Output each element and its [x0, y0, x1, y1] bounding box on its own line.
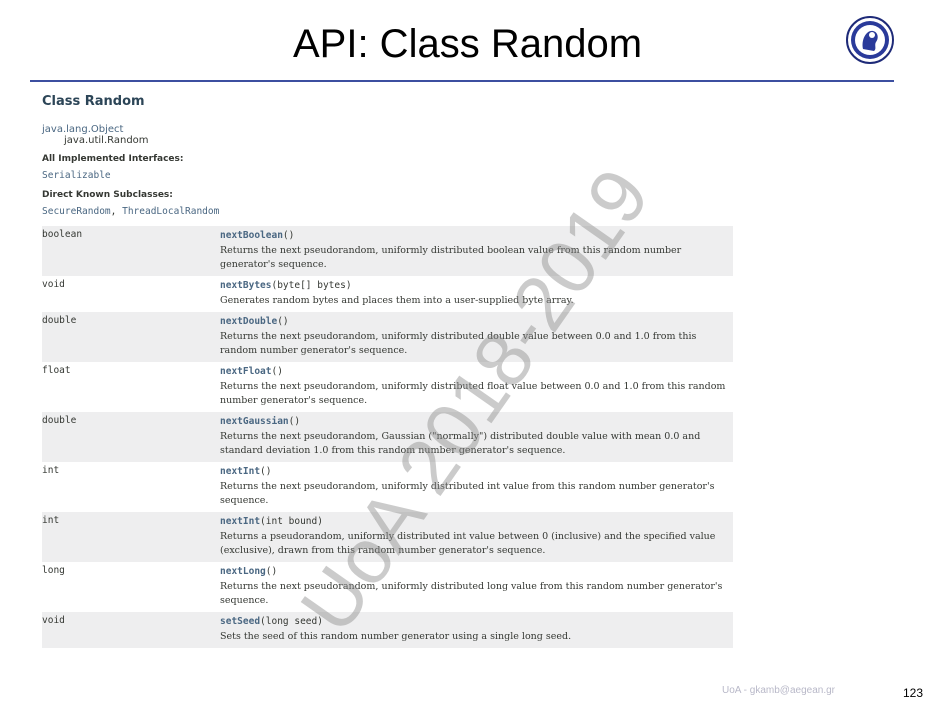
method-description: Returns the next pseudorandom, uniformly… [220, 245, 682, 270]
method-params: (byte[] bytes) [271, 280, 352, 291]
method-return-type: void [42, 279, 65, 290]
method-return-type: int [42, 515, 60, 526]
method-row: boolean nextBoolean() Returns the next p… [42, 226, 733, 276]
method-name-link[interactable]: nextBytes [220, 280, 271, 291]
method-description: Sets the seed of this random number gene… [220, 631, 572, 642]
method-name-link[interactable]: setSeed [220, 616, 260, 627]
subclasses-label: Direct Known Subclasses: [42, 190, 173, 200]
method-params: () [282, 230, 295, 241]
method-name-link[interactable]: nextInt [220, 466, 260, 477]
method-return-type: long [42, 565, 65, 576]
method-summary-table: boolean nextBoolean() Returns the next p… [42, 226, 733, 648]
method-row: double nextDouble() Returns the next pse… [42, 312, 733, 362]
method-row: void nextBytes(byte[] bytes) Generates r… [42, 276, 733, 312]
interfaces-list: Serializable [42, 170, 742, 181]
method-name-link[interactable]: nextLong [220, 566, 266, 577]
method-return-type: int [42, 465, 60, 476]
method-params: () [288, 416, 301, 427]
method-description: Returns the next pseudorandom, uniformly… [220, 581, 723, 606]
method-description: Returns the next pseudorandom, uniformly… [220, 331, 697, 356]
method-row: void setSeed(long seed) Sets the seed of… [42, 612, 733, 648]
method-params: () [260, 466, 272, 477]
method-description: Returns the next pseudorandom, uniformly… [220, 481, 715, 506]
class-heading: Class Random [42, 94, 145, 109]
method-name-link[interactable]: nextFloat [220, 366, 271, 377]
method-return-type: boolean [42, 229, 83, 240]
method-description: Returns the next pseudorandom, Gaussian … [220, 431, 701, 456]
method-name-link[interactable]: nextInt [220, 516, 260, 527]
method-row: int nextInt() Returns the next pseudoran… [42, 462, 733, 512]
method-description: Generates random bytes and places them i… [220, 295, 574, 306]
method-row: long nextLong() Returns the next pseudor… [42, 562, 733, 612]
method-return-type: void [42, 615, 65, 626]
title-divider [30, 80, 894, 82]
method-name-link[interactable]: nextDouble [220, 316, 277, 327]
hierarchy-current-class: java.util.Random [64, 135, 149, 146]
footer-credit: UoA - gkamb@aegean.gr [722, 685, 835, 696]
hierarchy-parent-link[interactable]: java.lang.Object [42, 124, 742, 135]
method-params: (long seed) [260, 616, 323, 627]
subclass-link[interactable]: SecureRandom [42, 206, 111, 217]
method-description: Returns a pseudorandom, uniformly distri… [220, 531, 716, 556]
interface-link[interactable]: Serializable [42, 170, 111, 181]
method-name-link[interactable]: nextBoolean [220, 230, 283, 241]
university-seal-logo [846, 16, 894, 64]
interfaces-label: All Implemented Interfaces: [42, 154, 184, 164]
method-return-type: double [42, 315, 77, 326]
method-params: (int bound) [260, 516, 323, 527]
method-name-link[interactable]: nextGaussian [220, 416, 289, 427]
method-row: double nextGaussian() Returns the next p… [42, 412, 733, 462]
method-row: int nextInt(int bound) Returns a pseudor… [42, 512, 733, 562]
method-row: float nextFloat() Returns the next pseud… [42, 362, 733, 412]
method-description: Returns the next pseudorandom, uniformly… [220, 381, 726, 406]
method-return-type: double [42, 415, 77, 426]
method-return-type: float [42, 365, 71, 376]
subclass-separator: , [110, 206, 123, 217]
method-params: () [265, 566, 278, 577]
page-number: 123 [903, 686, 924, 700]
subclasses-list: SecureRandom, ThreadLocalRandom [42, 206, 742, 217]
javadoc-panel: Class Random java.lang.Object java.util.… [42, 94, 742, 648]
slide-title: API: Class Random [292, 22, 643, 66]
subclass-link[interactable]: ThreadLocalRandom [122, 206, 219, 217]
method-params: () [271, 366, 283, 377]
method-params: () [277, 316, 289, 327]
